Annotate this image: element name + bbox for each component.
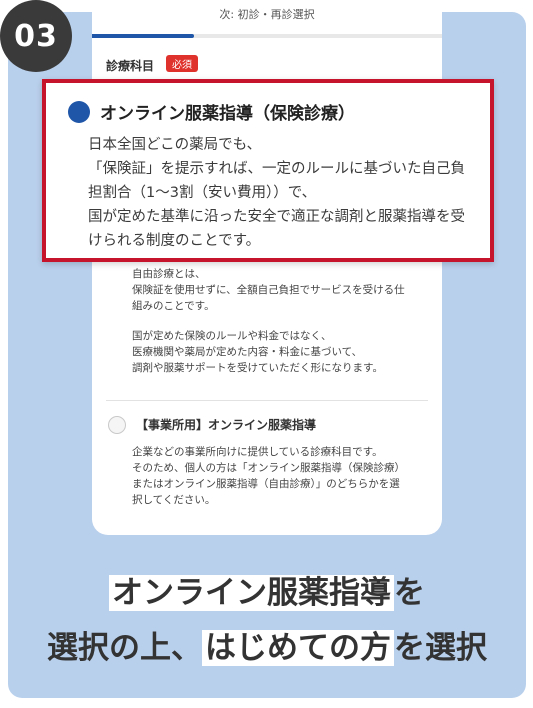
required-badge: 必須 [166, 55, 198, 72]
option-insurance-radio-selected[interactable] [68, 101, 90, 123]
caption-text: を [394, 575, 425, 611]
desc-line: 択してください。 [132, 494, 216, 506]
caption-highlight: オンライン服薬指導 [109, 575, 394, 611]
caption-highlight: はじめての方 [202, 630, 394, 666]
option-insurance-description: 日本全国どこの薬局でも、 「保険証」を提示すれば、一定のルールに基づいた自己負 … [88, 133, 488, 253]
desc-line: またはオンライン服薬指導（自由診療）」のどちらかを選 [132, 478, 400, 490]
option-business-radio[interactable] [108, 416, 126, 434]
desc-line: 国が定めた保険のルールや料金ではなく、 [132, 330, 332, 342]
caption-text: 選択の上、 [47, 630, 202, 666]
desc-line: 担割合（1〜3割（安い費用））で、 [88, 185, 317, 201]
section-label: 診療科目 [106, 59, 155, 73]
desc-line: けられる制度のことです。 [88, 233, 261, 249]
desc-line: 調剤や服薬サポートを受けていただく形になります。 [132, 362, 383, 374]
caption-text: を選択 [394, 630, 487, 666]
progress-bar [92, 34, 442, 38]
desc-line: 自由診療とは、 [132, 268, 206, 280]
option-business-title[interactable]: 【事業所用】オンライン服薬指導 [136, 416, 316, 433]
next-step-label: 次: 初診・再診選択 [219, 8, 315, 21]
desc-line: 医療機関や薬局が定めた内容・料金に基づいて、 [132, 346, 363, 358]
desc-line: 保険証を使用せずに、全額自己負担でサービスを受ける仕 [132, 284, 405, 296]
progress-bar-fill [92, 34, 194, 38]
desc-line: 国が定めた基準に沿った安全で適正な調剤と服薬指導を受 [88, 209, 465, 225]
option-free-description: 自由診療とは、 保険証を使用せずに、全額自己負担でサービスを受ける仕 組みのこと… [132, 266, 432, 376]
desc-line: 日本全国どこの薬局でも、 [88, 137, 262, 153]
option-business-description: 企業などの事業所向けに提供している診療科目です。 そのため、個人の方は「オンライ… [132, 444, 432, 508]
insurance-option-highlight[interactable]: オンライン服薬指導（保険診療） 日本全国どこの薬局でも、 「保険証」を提示すれば… [42, 79, 494, 262]
desc-line: 組みのことです。 [132, 300, 215, 312]
option-insurance-title[interactable]: オンライン服薬指導（保険診療） [100, 99, 355, 124]
option-divider [106, 400, 428, 401]
desc-line: そのため、個人の方は「オンライン服薬指導（保険診療） [132, 462, 405, 474]
caption-line-2: 選択の上、はじめての方を選択 [8, 622, 526, 667]
desc-line: 「保険証」を提示すれば、一定のルールに基づいた自己負 [88, 161, 465, 177]
step-number-badge: 03 [0, 0, 72, 72]
desc-line: 企業などの事業所向けに提供している診療科目です。 [132, 446, 383, 458]
caption-line-1: オンライン服薬指導を [8, 567, 526, 612]
